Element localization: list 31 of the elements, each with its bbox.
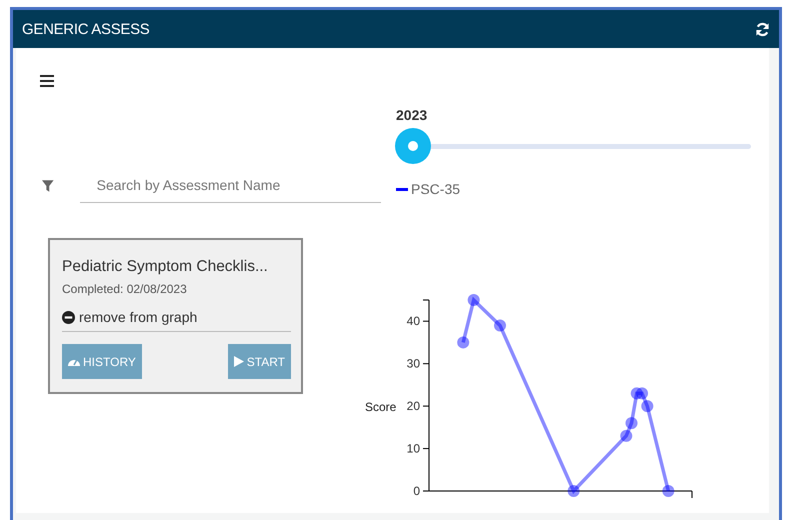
data-point <box>620 430 632 442</box>
data-point <box>457 336 470 348</box>
start-button[interactable]: START <box>228 344 291 379</box>
slider-value: 2023 <box>396 107 428 123</box>
slider-thumb[interactable] <box>395 128 431 164</box>
menu-icon[interactable] <box>40 75 54 87</box>
data-point <box>494 319 506 332</box>
y-tick-label: 10 <box>406 442 420 456</box>
minus-circle-icon[interactable] <box>62 310 75 324</box>
data-point <box>568 485 580 497</box>
y-tick-label: 0 <box>413 484 420 498</box>
search-field[interactable]: Search by Assessment Name <box>80 169 381 203</box>
year-slider[interactable] <box>395 128 751 164</box>
remove-link[interactable]: remove from graph <box>79 309 198 325</box>
y-axis-label: Score <box>365 400 396 414</box>
data-point <box>636 387 648 400</box>
completed-date: Completed: 02/08/2023 <box>62 282 188 296</box>
data-point <box>468 294 480 306</box>
card-title: Pediatric Symptom Checklis... <box>62 258 269 276</box>
y-tick-label: 20 <box>406 399 420 414</box>
data-point <box>641 400 654 412</box>
legend-label: PSC-35 <box>411 181 460 197</box>
play-icon <box>234 356 244 367</box>
y-tick-label: 40 <box>406 314 420 328</box>
data-point <box>662 485 674 497</box>
y-tick-label: 30 <box>406 356 420 371</box>
refresh-icon[interactable] <box>755 22 770 36</box>
data-point <box>626 417 638 430</box>
filter-icon[interactable] <box>42 180 54 192</box>
panel-title: GENERIC ASSESS <box>22 20 150 38</box>
history-button[interactable]: HISTORY <box>62 344 142 379</box>
